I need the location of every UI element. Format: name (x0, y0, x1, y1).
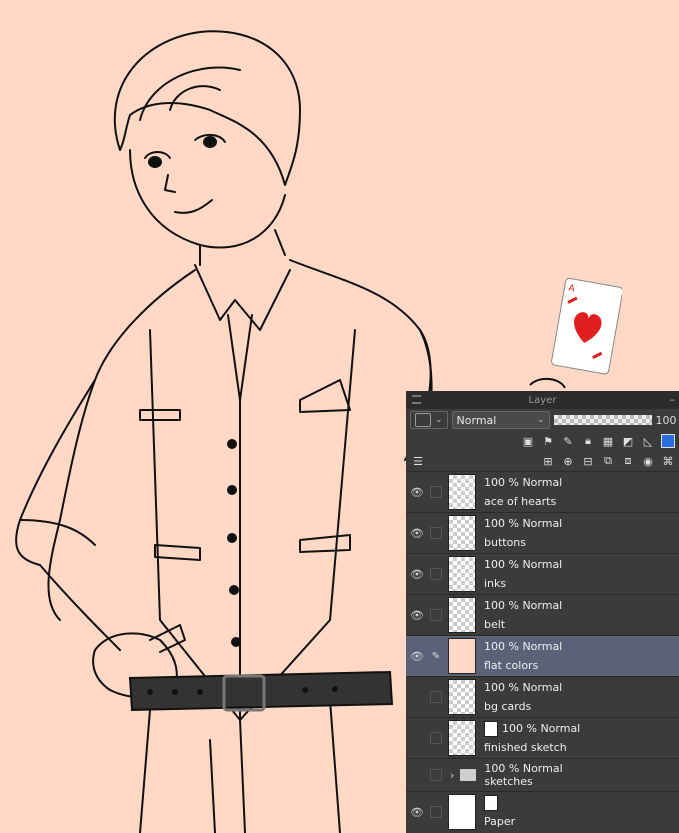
folder-row[interactable]: › 100 % Normal sketches (406, 759, 679, 792)
minimize-icon[interactable]: – (670, 393, 676, 406)
layer-select-checkbox[interactable] (430, 806, 442, 818)
layer-property-bar: ⌄ Normal ⌄ 100 (406, 409, 679, 431)
draft-layer-icon[interactable]: ✎ (561, 434, 575, 448)
layer-thumbnail (448, 556, 476, 592)
reference-layer-icon[interactable]: ⚑ (541, 434, 555, 448)
eye-icon[interactable]: 👁︎ (408, 806, 426, 819)
chevron-down-icon: ⌄ (435, 415, 443, 425)
layer-select-checkbox[interactable] (430, 732, 442, 744)
layer-color-swatch-icon (415, 413, 431, 427)
ruler-icon[interactable]: ◺ (641, 434, 655, 448)
eye-icon[interactable]: 👁︎ (408, 568, 426, 581)
layer-row[interactable]: 👁︎ 100 % Normal ace of hearts (406, 472, 679, 513)
chevron-right-icon[interactable]: › (450, 769, 454, 782)
eye-icon[interactable]: 👁︎ (408, 609, 426, 622)
layer-name: bg cards (484, 700, 532, 713)
eye-icon[interactable]: 👁︎ (408, 527, 426, 540)
layer-row[interactable]: 100 % Normal finished sketch (406, 718, 679, 759)
layer-name: belt (484, 618, 506, 631)
layer-thumbnail (448, 474, 476, 510)
clip-icon[interactable]: ▣ (521, 434, 535, 448)
eye-icon[interactable]: 👁︎ (408, 650, 426, 663)
layer-mode: 100 % Normal (484, 681, 563, 694)
transfer-down-icon[interactable]: ⧉ (601, 454, 615, 468)
new-folder-icon[interactable]: ⊟ (581, 454, 595, 468)
layer-name: inks (484, 577, 507, 590)
layer-name: Paper (484, 815, 516, 828)
layer-list: 👁︎ 100 % Normal ace of hearts 👁︎ 100 % N… (406, 472, 679, 832)
panel-menu-icon[interactable] (412, 395, 421, 404)
layer-thumbnail (448, 679, 476, 715)
layer-name: sketches (484, 775, 533, 788)
layer-color-dropdown[interactable]: ⌄ (410, 411, 448, 429)
layer-panel: Layer – ⌄ Normal ⌄ 100 ▣ ⚑ ✎ 🔒︎ ▦ ◩ ◺ ☰ … (406, 391, 679, 833)
blend-mode-value: Normal (456, 413, 497, 427)
layer-name: ace of hearts (484, 495, 557, 508)
combine-icon[interactable]: ⧈ (621, 454, 635, 468)
new-raster-layer-icon[interactable]: ⊞ (541, 454, 555, 468)
layer-row[interactable]: 👁︎ 100 % Normal belt (406, 595, 679, 636)
layer-panel-title: Layer (528, 394, 557, 406)
layer-mode: 100 % Normal (484, 476, 563, 489)
lock-transparency-icon[interactable]: ▦ (601, 434, 615, 448)
layer-name: buttons (484, 536, 527, 549)
layer-mode: 100 % Normal (502, 722, 581, 735)
layer-thumbnail (448, 720, 476, 756)
layer-name: flat colors (484, 659, 539, 672)
lock-icon[interactable]: 🔒︎ (581, 434, 595, 448)
layer-mode: 100 % Normal (484, 640, 563, 653)
layer-select-checkbox[interactable] (430, 691, 442, 703)
vector-layer-icon (484, 721, 498, 737)
layer-thumbnail (448, 638, 476, 674)
new-vector-layer-icon[interactable]: ⊕ (561, 454, 575, 468)
layer-row-selected[interactable]: 👁︎ ✎ 100 % Normal flat colors (406, 636, 679, 677)
layer-mode: 100 % Normal (484, 558, 563, 571)
layer-toolbar-bottom: ☰ ⊞ ⊕ ⊟ ⧉ ⧈ ◉ ⌘ (406, 451, 679, 472)
mask-add-icon[interactable]: ◉ (641, 454, 655, 468)
layer-row[interactable]: 100 % Normal bg cards (406, 677, 679, 718)
layer-thumbnail (448, 794, 476, 830)
opacity-value[interactable]: 100 (656, 414, 677, 427)
layer-toolbar-top: ▣ ⚑ ✎ 🔒︎ ▦ ◩ ◺ (406, 431, 679, 451)
blend-mode-select[interactable]: Normal ⌄ (451, 411, 550, 429)
opacity-slider[interactable] (553, 415, 652, 425)
layer-name: finished sketch (484, 741, 567, 754)
eye-icon[interactable]: 👁︎ (408, 486, 426, 499)
layer-select-checkbox[interactable] (430, 527, 442, 539)
layer-mode: 100 % Normal (484, 517, 563, 530)
layer-select-checkbox[interactable] (430, 609, 442, 621)
chevron-down-icon: ⌄ (537, 415, 545, 425)
ace-of-hearts-card: A (551, 278, 622, 375)
pencil-edit-icon[interactable]: ✎ (430, 650, 442, 662)
layer-mode: 100 % Normal (484, 599, 563, 612)
layer-thumbnail (448, 515, 476, 551)
layer-select-checkbox[interactable] (430, 486, 442, 498)
layer-list-icon[interactable]: ☰ (411, 454, 425, 468)
folder-icon (460, 769, 477, 781)
paper-icon (484, 795, 498, 811)
layer-panel-titlebar[interactable]: Layer – (406, 391, 679, 409)
camera-icon[interactable]: ⌘ (661, 454, 675, 468)
color-mode-icon[interactable] (661, 434, 675, 448)
layer-thumbnail (448, 597, 476, 633)
layer-select-checkbox[interactable] (430, 568, 442, 580)
mask-icon[interactable]: ◩ (621, 434, 635, 448)
layer-mode: 100 % Normal (484, 762, 563, 775)
layer-row[interactable]: 👁︎ 100 % Normal inks (406, 554, 679, 595)
layer-select-checkbox[interactable] (430, 769, 442, 781)
paper-layer-row[interactable]: 👁︎ Paper (406, 792, 679, 832)
layer-row[interactable]: 👁︎ 100 % Normal buttons (406, 513, 679, 554)
